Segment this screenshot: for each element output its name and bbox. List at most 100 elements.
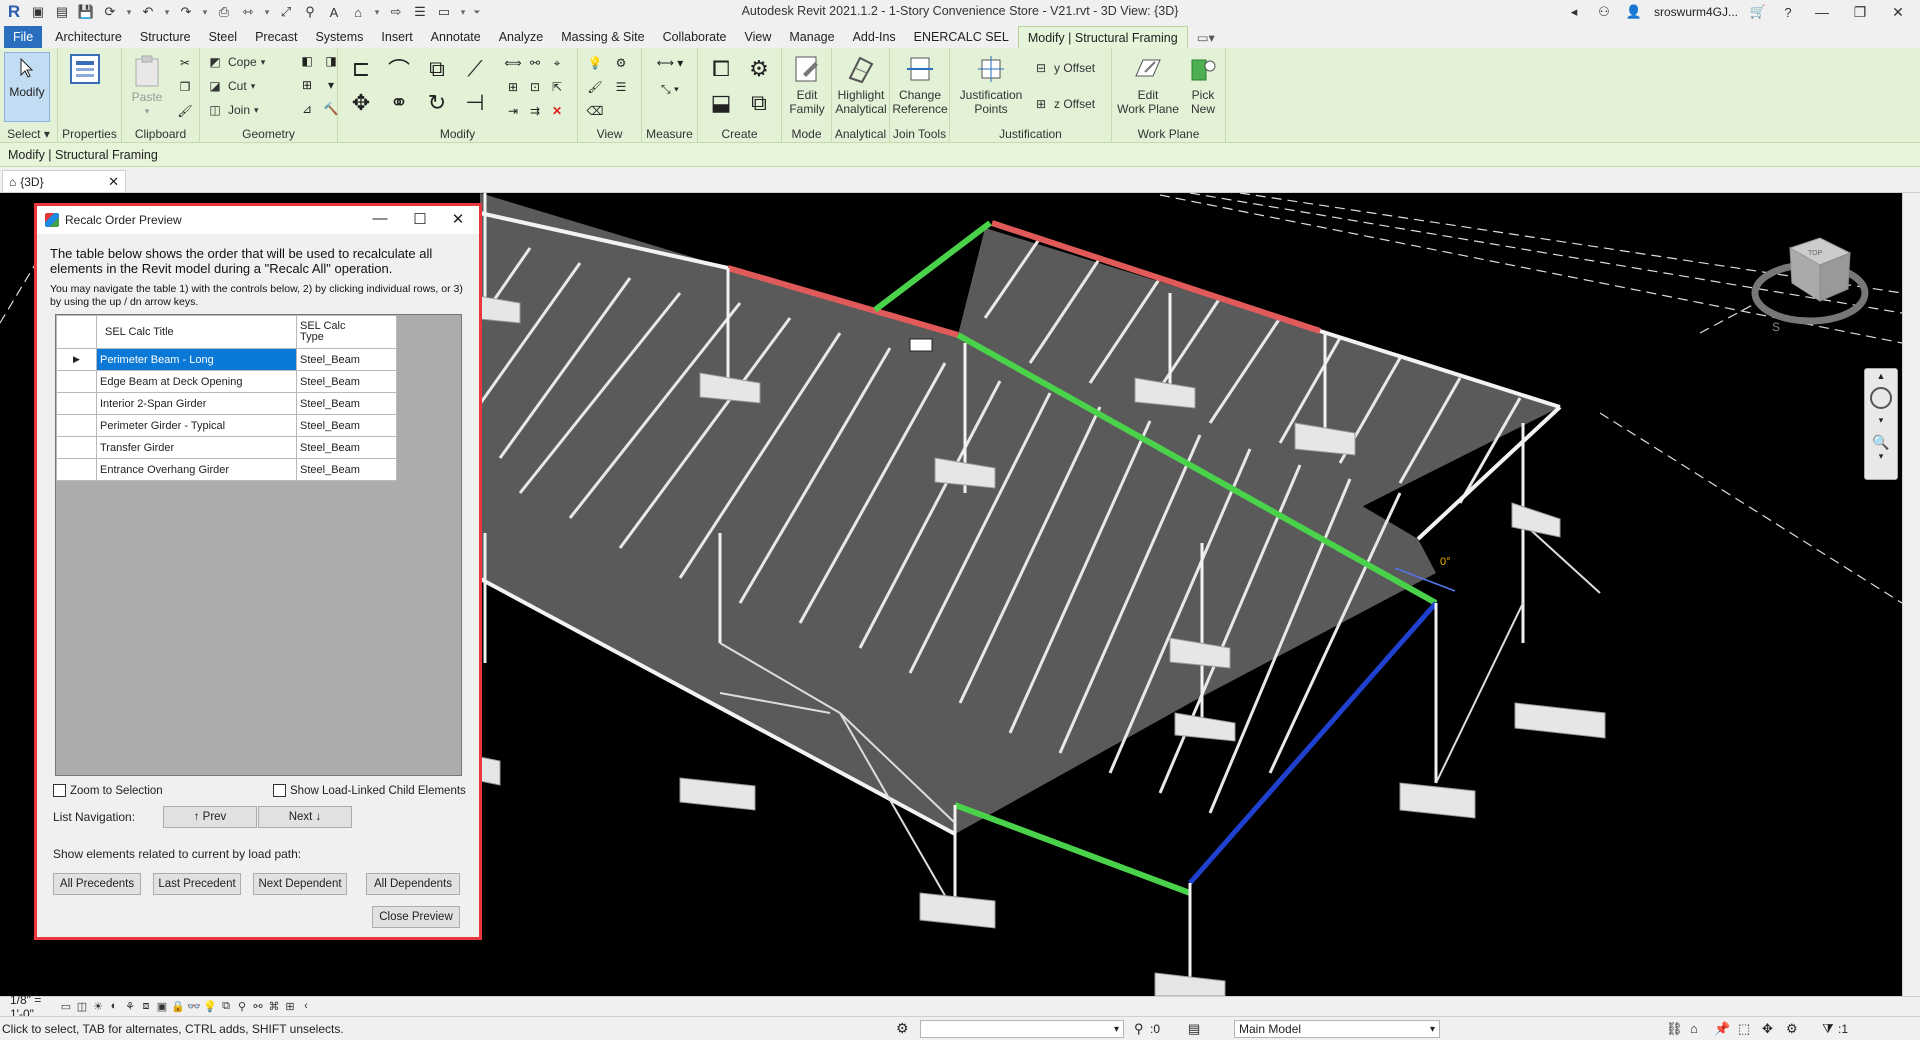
vertical-scrollbar[interactable] xyxy=(1902,193,1920,996)
dialog-minimize-button[interactable]: — xyxy=(365,210,395,227)
tab-insert[interactable]: Insert xyxy=(372,26,421,48)
tab-massing-site[interactable]: Massing & Site xyxy=(552,26,653,48)
trim-multi-icon[interactable]: ⇉ xyxy=(526,102,544,120)
shadows-icon[interactable]: ◐ xyxy=(106,1000,122,1014)
cut-geometry-button[interactable]: ◪ Cut ▾ xyxy=(206,76,255,96)
dialog-maximize-button[interactable]: ☐ xyxy=(405,210,435,228)
calc-title-cell[interactable]: Perimeter Beam - Long xyxy=(96,348,297,371)
save-icon[interactable]: 💾 xyxy=(76,2,96,22)
tab-add-ins[interactable]: Add-Ins xyxy=(844,26,905,48)
dropdown-icon[interactable]: ▾ xyxy=(1865,415,1897,426)
tab-analyze[interactable]: Analyze xyxy=(490,26,552,48)
tab-steel[interactable]: Steel xyxy=(200,26,247,48)
highlight-displacement-icon[interactable]: ⌘ xyxy=(266,1000,282,1014)
delete-icon[interactable]: ✕ xyxy=(548,102,566,120)
highlight-analytical-button[interactable]: Highlight Analytical xyxy=(834,52,888,116)
nav-close-icon[interactable]: ▲ xyxy=(1865,371,1897,381)
close-preview-button[interactable]: Close Preview xyxy=(372,906,460,928)
revit-logo-icon[interactable]: R xyxy=(4,2,24,22)
render-icon[interactable]: ⚘ xyxy=(122,1000,138,1014)
all-dependents-button[interactable]: All Dependents xyxy=(366,873,460,895)
folder-icon[interactable]: ▤ xyxy=(52,2,72,22)
background-processes-icon[interactable]: ⚙ xyxy=(1786,1021,1798,1037)
select-by-face-icon[interactable]: ⬚ xyxy=(1738,1021,1750,1037)
editable-only-icon[interactable]: ⚲ xyxy=(1134,1021,1144,1037)
table-row[interactable]: Entrance Overhang Girder Steel_Beam xyxy=(56,458,397,481)
linework-icon[interactable]: ☰ xyxy=(612,78,630,96)
dropdown-icon[interactable]: ▾ xyxy=(1865,451,1897,462)
tab-modify-structural-framing[interactable]: Modify | Structural Framing xyxy=(1017,26,1188,48)
tab-structure[interactable]: Structure xyxy=(131,26,200,48)
align-icon[interactable]: ⊏ xyxy=(346,54,376,84)
cube-icon[interactable]: ◧ xyxy=(298,52,316,70)
filter-icon[interactable]: ⧩ xyxy=(1822,1021,1834,1037)
calc-title-cell[interactable]: Entrance Overhang Girder xyxy=(96,458,297,481)
worksharing-icon[interactable]: ⚲ xyxy=(234,1000,250,1014)
mirror-draw-icon[interactable]: ⟋ xyxy=(460,54,490,84)
horizontal-scrollbar[interactable] xyxy=(388,998,1902,1014)
crop-region-icon[interactable]: ▣ xyxy=(154,1000,170,1014)
mirror-axis-icon[interactable]: ⧉ xyxy=(422,54,452,84)
rotate-icon[interactable]: ↻ xyxy=(422,88,452,118)
eraser-icon[interactable]: ⌫ xyxy=(586,102,604,120)
cope-button[interactable]: ◩ Cope ▾ xyxy=(206,52,265,72)
view-cube[interactable]: TOP S xyxy=(1751,237,1869,334)
close-view-icon[interactable]: ✕ xyxy=(108,174,119,190)
visual-style-icon[interactable]: ◫ xyxy=(74,1000,90,1014)
sun-path-icon[interactable]: ☀ xyxy=(90,1000,106,1014)
lock-view-icon[interactable]: 🔒 xyxy=(170,1000,186,1014)
dimension-icon[interactable]: ⤢ xyxy=(276,2,296,22)
view-tab-3d[interactable]: ⌂ {3D} ✕ xyxy=(2,170,126,192)
tab-systems[interactable]: Systems xyxy=(306,26,372,48)
measure-icon[interactable]: ⇿ xyxy=(238,2,258,22)
column-header-type[interactable]: SEL Calc Type xyxy=(296,315,397,349)
dropdown-icon[interactable]: ▾ xyxy=(372,2,382,22)
copy-icon[interactable]: ❐ xyxy=(176,78,194,96)
modify-button[interactable]: Modify xyxy=(4,52,50,122)
create-similar-icon[interactable]: ⧉ xyxy=(744,88,774,118)
zoom-to-selection-checkbox[interactable]: Zoom to Selection xyxy=(53,784,163,797)
redo-icon[interactable]: ↷ xyxy=(176,2,196,22)
move-icon[interactable]: ✥ xyxy=(346,88,376,118)
trim-single-icon[interactable]: ⇥ xyxy=(504,102,522,120)
tab-enercalc-sel[interactable]: ENERCALC SEL xyxy=(905,26,1018,48)
calc-title-cell[interactable]: Transfer Girder xyxy=(96,436,297,459)
checkbox-box[interactable] xyxy=(273,784,286,797)
table-row[interactable]: Edge Beam at Deck Opening Steel_Beam xyxy=(56,370,397,393)
calc-title-cell[interactable]: Edge Beam at Deck Opening xyxy=(96,370,297,393)
cut-icon[interactable]: ✂ xyxy=(176,54,194,72)
create-group-icon[interactable]: ⬓ xyxy=(706,88,736,118)
override-icon[interactable]: ⚙ xyxy=(612,54,630,72)
calc-type-cell[interactable]: Steel_Beam xyxy=(296,370,397,393)
properties-button[interactable] xyxy=(68,52,102,88)
trim-extend-icon[interactable]: ⊣ xyxy=(460,88,490,118)
help-icon[interactable]: ? xyxy=(1778,2,1798,22)
tab-precast[interactable]: Precast xyxy=(246,26,306,48)
last-precedent-button[interactable]: Last Precedent xyxy=(153,873,241,895)
tab-view[interactable]: View xyxy=(736,26,781,48)
unpin-icon[interactable]: ⌖ xyxy=(548,54,566,72)
calc-type-cell[interactable]: Steel_Beam xyxy=(296,348,397,371)
array-icon[interactable]: ⊞ xyxy=(504,78,522,96)
wall-joins-icon[interactable]: ⊿ xyxy=(298,100,316,118)
tab-manage[interactable]: Manage xyxy=(780,26,843,48)
pick-new-button[interactable]: Pick New xyxy=(1184,52,1222,116)
bulb-icon[interactable]: 💡 xyxy=(586,54,604,72)
ribbon-options-icon[interactable]: ▭▾ xyxy=(1188,26,1224,48)
split-icon[interactable]: ⟺ xyxy=(504,54,522,72)
temporary-view-icon[interactable]: ⧉ xyxy=(218,1000,234,1014)
all-precedents-button[interactable]: All Precedents xyxy=(53,873,141,895)
worksets-icon[interactable]: ⚙ xyxy=(896,1020,909,1037)
dropdown-icon[interactable]: ▾ xyxy=(458,2,468,22)
show-load-linked-checkbox[interactable]: Show Load-Linked Child Elements xyxy=(273,784,466,797)
table-row[interactable]: Interior 2-Span Girder Steel_Beam xyxy=(56,392,397,415)
calc-title-cell[interactable]: Interior 2-Span Girder xyxy=(96,392,297,415)
calc-type-cell[interactable]: Steel_Beam xyxy=(296,414,397,437)
edit-work-plane-button[interactable]: Edit Work Plane xyxy=(1116,52,1180,116)
undo-icon[interactable]: ↶ xyxy=(138,2,158,22)
table-row[interactable]: Perimeter Girder - Typical Steel_Beam xyxy=(56,414,397,437)
dropdown-icon[interactable]: ▾ xyxy=(262,2,272,22)
workset-selector[interactable]: ▾ xyxy=(920,1020,1124,1038)
design-options-icon[interactable]: ▤ xyxy=(1188,1021,1200,1037)
scroll-left-icon[interactable]: ‹ xyxy=(298,1000,314,1014)
